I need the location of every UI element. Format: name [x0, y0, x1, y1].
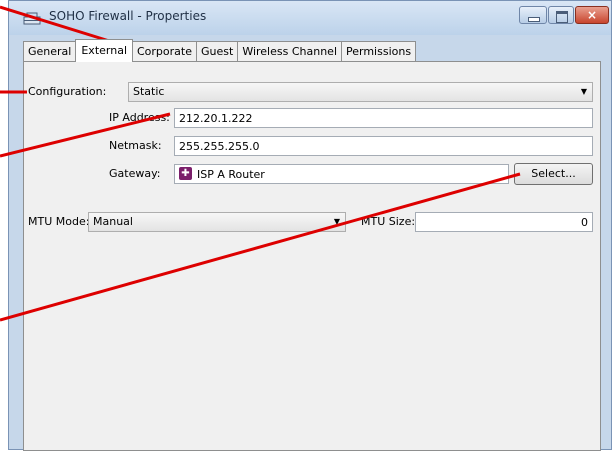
external-tab-panel: Configuration: Static ▼ IP Address: 212.… [23, 61, 601, 451]
minimize-icon [528, 17, 540, 22]
ip-address-label: IP Address: [109, 111, 170, 124]
mtu-mode-select[interactable]: Manual ▼ [88, 212, 346, 232]
configuration-label: Configuration: [28, 85, 107, 98]
chevron-down-icon: ▼ [333, 217, 341, 226]
router-icon: ✚ [179, 167, 192, 180]
gateway-field[interactable]: ✚ ISP A Router [174, 164, 509, 184]
gateway-label: Gateway: [109, 167, 161, 180]
close-icon: × [586, 8, 598, 22]
tab-general[interactable]: General [23, 41, 77, 61]
maximize-button[interactable] [548, 6, 574, 24]
ip-address-input[interactable]: 212.20.1.222 [174, 108, 593, 128]
close-button[interactable]: × [575, 6, 609, 24]
mtu-size-input[interactable]: 0 [415, 212, 593, 232]
mtu-size-label: MTU Size: [361, 215, 416, 228]
minimize-button[interactable] [519, 6, 547, 24]
configuration-value: Static [133, 85, 165, 98]
select-button[interactable]: Select... [514, 163, 593, 185]
netmask-input[interactable]: 255.255.255.0 [174, 136, 593, 156]
firewall-icon [23, 12, 41, 25]
tab-permissions[interactable]: Permissions [341, 41, 417, 61]
tab-wireless-channel[interactable]: Wireless Channel [237, 41, 342, 61]
gateway-value: ISP A Router [197, 168, 265, 181]
chevron-down-icon: ▼ [580, 87, 588, 96]
properties-window: SOHO Firewall - Properties × General Ext… [8, 0, 612, 451]
maximize-icon [556, 11, 568, 23]
title-bar[interactable]: SOHO Firewall - Properties × [9, 1, 611, 35]
mtu-mode-label: MTU Mode: [28, 215, 90, 228]
tab-external[interactable]: External [75, 39, 133, 62]
tab-strip: General External Corporate Guest Wireles… [23, 39, 417, 62]
tab-corporate[interactable]: Corporate [132, 41, 197, 61]
mtu-mode-value: Manual [93, 215, 133, 228]
configuration-select[interactable]: Static ▼ [128, 82, 593, 102]
tab-guest[interactable]: Guest [196, 41, 239, 61]
window-title: SOHO Firewall - Properties [49, 9, 207, 23]
netmask-label: Netmask: [109, 139, 162, 152]
